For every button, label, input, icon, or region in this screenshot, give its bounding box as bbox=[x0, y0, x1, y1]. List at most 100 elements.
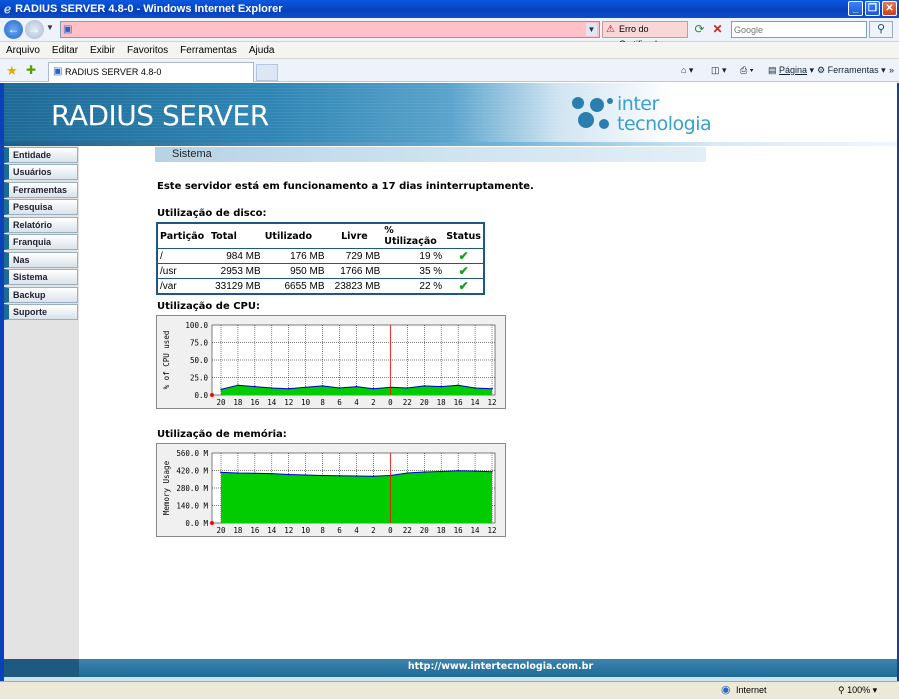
x-tick-label: 20 bbox=[216, 526, 226, 535]
column-header: % Utilização bbox=[382, 223, 445, 249]
table-header-row: Partição Total Utilizado Livre % Utiliza… bbox=[157, 223, 484, 249]
sidebar-item-ferramentas[interactable]: Ferramentas bbox=[4, 182, 78, 198]
x-tick-label: 16 bbox=[454, 398, 464, 407]
back-button[interactable]: ← bbox=[4, 20, 23, 39]
tools-menu-button[interactable]: ⚙ Ferramentas ▾ bbox=[817, 63, 886, 77]
data-point bbox=[440, 470, 442, 473]
x-tick-label: 4 bbox=[354, 398, 359, 407]
sidebar-item-relatorio[interactable]: Relatório bbox=[4, 217, 78, 233]
data-point bbox=[237, 384, 239, 386]
address-toolbar: ← → ▼ ▣ ▼ ⚠ Erro do Certificado ⟳ ✕ ⚲ bbox=[0, 18, 899, 49]
column-header: Livre bbox=[326, 223, 383, 249]
section-header: Sistema bbox=[155, 147, 706, 162]
x-tick-label: 20 bbox=[216, 398, 226, 407]
footer-url[interactable]: http://www.intertecnologia.com.br bbox=[4, 660, 897, 674]
sidebar-item-entidade[interactable]: Entidade bbox=[4, 147, 78, 163]
minimize-button[interactable]: _ bbox=[848, 1, 863, 16]
chevron-right-icon[interactable]: » bbox=[889, 63, 894, 77]
menu-favoritos[interactable]: Favoritos bbox=[127, 45, 168, 56]
origin-marker bbox=[210, 393, 214, 397]
table-row: / 984 MB 176 MB 729 MB 19 % ✔ bbox=[157, 248, 484, 264]
data-point bbox=[271, 472, 273, 475]
stop-icon[interactable]: ✕ bbox=[710, 21, 725, 37]
data-point bbox=[457, 384, 459, 386]
column-header: Utilizado bbox=[262, 223, 327, 249]
x-tick-label: 16 bbox=[454, 526, 464, 535]
sidebar-item-backup[interactable]: Backup bbox=[4, 287, 78, 303]
x-tick-label: 10 bbox=[301, 398, 311, 407]
x-tick-label: 22 bbox=[403, 398, 412, 407]
x-tick-label: 14 bbox=[267, 526, 277, 535]
search-input[interactable] bbox=[734, 23, 864, 37]
zoom-control[interactable]: ⚲ 100% ▾ bbox=[838, 683, 877, 698]
free-cell: 23823 MB bbox=[326, 278, 383, 295]
memory-usage-graph: Memory Usage 560.0 M 420.0 M 280.0 M 140.0 M… bbox=[156, 443, 506, 537]
total-cell: 984 MB bbox=[208, 248, 263, 264]
url-dropdown-icon[interactable]: ▼ bbox=[586, 23, 597, 36]
menu-exibir[interactable]: Exibir bbox=[90, 45, 115, 56]
refresh-icon[interactable]: ⟳ bbox=[692, 21, 707, 37]
y-tick-label: 100.0 bbox=[185, 321, 208, 330]
table-row: /var 33129 MB 6655 MB 23823 MB 22 % ✔ bbox=[157, 278, 484, 295]
logo-text-inter: inter bbox=[617, 93, 659, 115]
data-point bbox=[254, 385, 256, 388]
window-title: RADIUS SERVER 4.8-0 - Windows Internet E… bbox=[15, 3, 283, 15]
sidebar-item-suporte[interactable]: Suporte bbox=[4, 304, 78, 320]
forward-button[interactable]: → bbox=[25, 20, 44, 39]
data-point bbox=[287, 473, 290, 476]
print-icon[interactable]: ⎙ ▾ bbox=[740, 63, 753, 77]
data-point bbox=[440, 385, 442, 388]
sidebar-item-usuarios[interactable]: Usuários bbox=[4, 164, 78, 180]
percent-cell: 22 % bbox=[382, 278, 445, 295]
menu-ajuda[interactable]: Ajuda bbox=[249, 45, 275, 56]
close-button[interactable]: ✕ bbox=[882, 1, 897, 16]
new-tab-button[interactable] bbox=[256, 64, 278, 81]
cpu-graph-svg: % of CPU used100.075.050.025.00.020 18 16 1… bbox=[162, 321, 497, 407]
home-icon[interactable]: ⌂ ▾ bbox=[681, 63, 693, 77]
favorites-star-icon[interactable]: ★ bbox=[6, 63, 18, 79]
partition-cell: /usr bbox=[157, 263, 209, 279]
url-input[interactable] bbox=[77, 23, 582, 36]
feeds-icon[interactable]: ◫ ▾ bbox=[711, 63, 727, 77]
address-bar[interactable]: ▣ ▼ bbox=[60, 21, 600, 38]
y-tick-label: 560.0 M bbox=[176, 449, 208, 458]
data-point bbox=[220, 388, 222, 391]
x-tick-label: 12 bbox=[487, 398, 496, 407]
sidebar-item-nas[interactable]: Nas bbox=[4, 252, 78, 268]
certificate-error-button[interactable]: ⚠ Erro do Certificado bbox=[602, 21, 688, 49]
maximize-button[interactable]: ❐ bbox=[865, 1, 880, 16]
sidebar-item-pesquisa[interactable]: Pesquisa bbox=[4, 199, 78, 215]
x-tick-label: 16 bbox=[250, 526, 260, 535]
menu-ferramentas[interactable]: Ferramentas bbox=[180, 45, 237, 56]
x-tick-label: 0 bbox=[388, 526, 393, 535]
total-cell: 2953 MB bbox=[208, 263, 263, 279]
tab-radius-server[interactable]: ▣ RADIUS SERVER 4.8-0 bbox=[48, 62, 254, 82]
sidebar-item-sistema[interactable]: Sistema bbox=[4, 269, 78, 285]
add-favorites-icon[interactable]: ✚ bbox=[26, 63, 36, 77]
search-box[interactable] bbox=[731, 21, 867, 38]
history-dropdown-icon[interactable]: ▼ bbox=[46, 23, 54, 32]
menu-arquivo[interactable]: Arquivo bbox=[6, 45, 40, 56]
memory-usage-label: Utilização de memória: bbox=[157, 429, 287, 440]
page-icon: ▣ bbox=[63, 24, 73, 35]
used-cell: 6655 MB bbox=[262, 278, 327, 295]
data-point bbox=[321, 385, 324, 387]
disk-usage-label: Utilização de disco: bbox=[157, 208, 267, 219]
x-tick-label: 12 bbox=[284, 398, 293, 407]
sidebar-item-franquia[interactable]: Franquia bbox=[4, 234, 78, 250]
x-tick-label: 2 bbox=[371, 398, 376, 407]
page-content: RADIUS SERVER inter tecnologia Entidade … bbox=[4, 83, 897, 681]
sidebar: Entidade Usuários Ferramentas Pesquisa R… bbox=[4, 146, 79, 681]
percent-cell: 35 % bbox=[382, 263, 445, 279]
used-cell: 950 MB bbox=[262, 263, 327, 279]
x-tick-label: 12 bbox=[284, 526, 293, 535]
column-header: Total bbox=[208, 223, 263, 249]
search-icon[interactable]: ⚲ bbox=[869, 21, 893, 38]
page-menu-label: Página bbox=[779, 65, 808, 75]
x-tick-label: 12 bbox=[487, 526, 496, 535]
page-menu-button[interactable]: ▤ Página ▾ bbox=[768, 63, 814, 77]
memory-graph-svg: Memory Usage560.0 M420.0 M280.0 M140.0 M… bbox=[162, 449, 497, 535]
menu-editar[interactable]: Editar bbox=[52, 45, 78, 56]
data-point bbox=[321, 474, 324, 477]
x-tick-label: 18 bbox=[233, 398, 243, 407]
